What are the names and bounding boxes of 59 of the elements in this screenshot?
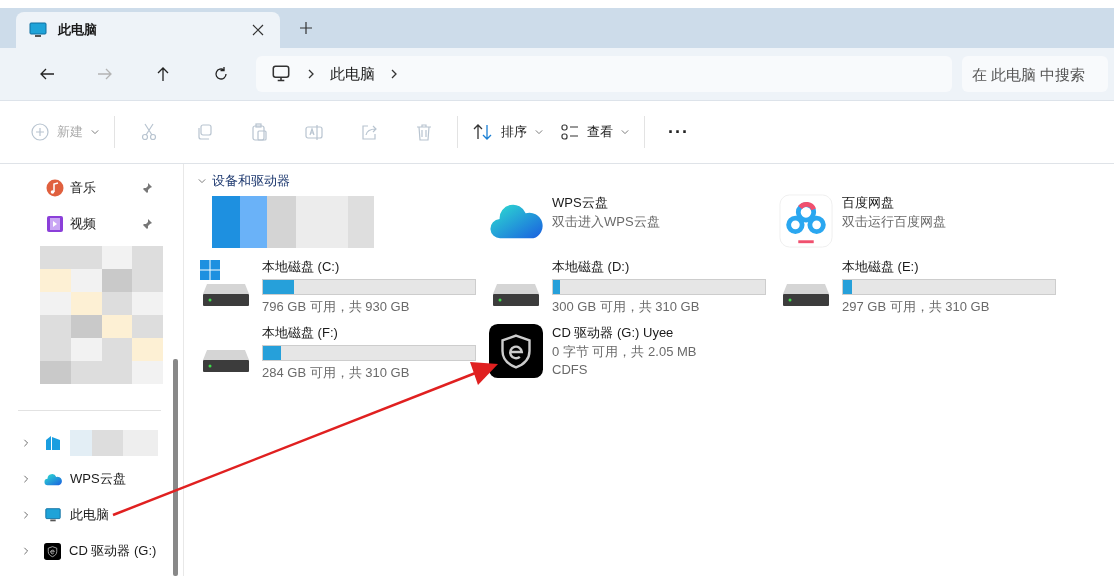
- share-icon: [359, 123, 378, 141]
- item-subtitle: 双击进入WPS云盘: [552, 213, 661, 231]
- computer-icon: [28, 20, 48, 40]
- plus-icon: [300, 22, 312, 34]
- video-icon: [46, 215, 64, 233]
- cloud-icon: [44, 472, 62, 486]
- drive-name: 本地磁盘 (F:): [262, 324, 339, 342]
- breadcrumb: 此电脑: [330, 64, 375, 84]
- computer-icon: [44, 506, 62, 524]
- sidebar-item[interactable]: CD 驱动器 (G:): [69, 542, 157, 560]
- sidebar-item[interactable]: 视频: [0, 206, 173, 242]
- view-button[interactable]: 查看: [552, 114, 638, 150]
- caret-icon: [621, 128, 629, 136]
- paste-icon: [249, 123, 268, 141]
- window-tab[interactable]: 此电脑: [16, 12, 280, 48]
- sidebar-item[interactable]: 音乐: [0, 170, 173, 206]
- drive-space: 796 GB 可用，共 930 GB: [262, 298, 411, 316]
- shield-icon: [44, 542, 61, 560]
- drive-name: 本地磁盘 (D:): [552, 258, 631, 276]
- caret-icon: [535, 128, 543, 136]
- search-field[interactable]: 在 此电脑 中搜索: [962, 56, 1108, 92]
- scissors-icon: [139, 123, 158, 141]
- drive-name: 本地磁盘 (C:): [262, 258, 341, 276]
- address-bar[interactable]: 此电脑: [256, 56, 952, 92]
- chevron-icon: [389, 69, 399, 79]
- chevron-down-icon: [198, 177, 206, 185]
- sort-button[interactable]: 排序: [464, 114, 552, 150]
- folder-icon: [44, 434, 62, 452]
- item-name: 百度网盘: [842, 194, 895, 212]
- sidebar-item[interactable]: 此电脑: [70, 506, 109, 524]
- windows-logo-icon: [200, 260, 220, 280]
- drive-space: 0 字节 可用，共 2.05 MB: [552, 343, 698, 361]
- trash-icon: [414, 123, 433, 141]
- sort-arrows-icon: [473, 123, 493, 141]
- file-system: CDFS: [552, 362, 589, 377]
- sidebar-item[interactable]: WPS云盘: [70, 470, 126, 488]
- music-note-icon: [46, 179, 64, 197]
- shield-icon: [489, 324, 543, 378]
- chevron-right-icon[interactable]: [22, 511, 30, 519]
- chevron-icon: [306, 69, 316, 79]
- caret-icon: [91, 128, 99, 136]
- list-view-icon: [561, 123, 579, 141]
- chevron-right-icon[interactable]: [22, 547, 30, 555]
- scrollbar-thumb[interactable]: [173, 359, 178, 576]
- chevron-right-icon[interactable]: [22, 439, 30, 447]
- drive-name: 本地磁盘 (E:): [842, 258, 920, 276]
- rename-icon: [304, 123, 323, 141]
- section-header[interactable]: 设备和驱动器: [198, 170, 290, 192]
- plus-circle-icon: [31, 123, 49, 141]
- drive-space: 284 GB 可用，共 310 GB: [262, 364, 411, 382]
- item-subtitle: 双击运行百度网盘: [842, 213, 947, 231]
- more-button[interactable]: ···: [659, 114, 698, 150]
- item-name: WPS云盘: [552, 194, 609, 212]
- drive-name: CD 驱动器 (G:) Uyee: [552, 324, 675, 342]
- close-icon: [252, 24, 264, 36]
- chevron-right-icon[interactable]: [22, 475, 30, 483]
- drive-space: 300 GB 可用，共 310 GB: [552, 298, 701, 316]
- cloud-logo-icon: [779, 194, 833, 248]
- drive-space: 297 GB 可用，共 310 GB: [842, 298, 991, 316]
